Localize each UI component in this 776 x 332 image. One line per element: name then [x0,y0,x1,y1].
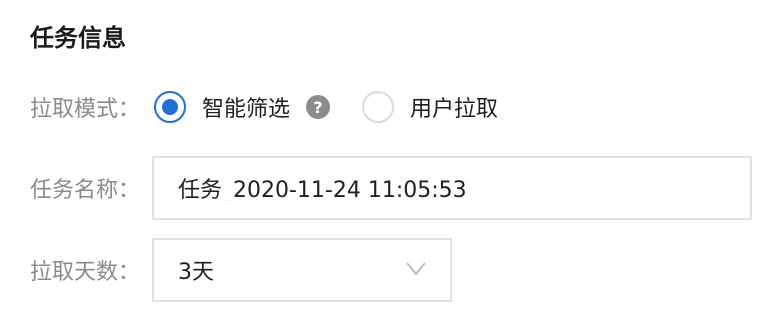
pull-days-label: 拉取天数： [30,260,141,285]
radio-user-pull-label[interactable]: 用户拉取 [410,91,498,123]
pull-mode-label: 拉取模式： [30,97,141,122]
pull-days-select[interactable]: 3天 [152,238,452,302]
task-name-field[interactable] [152,156,752,220]
radio-smart-filter[interactable]: 智能筛选 [154,91,290,123]
chevron-down-icon [406,262,426,276]
question-circle-icon[interactable]: ? [306,95,331,119]
section-title: 任务信息 [30,24,126,52]
radio-checked-icon[interactable] [154,91,187,123]
task-name-row: 任务名称： [30,156,140,220]
pull-mode-radio-group: 智能筛选 ? 用户拉取 [154,91,498,123]
pull-days-row: 拉取天数： [30,238,140,302]
radio-user-pull[interactable]: 用户拉取 [362,91,498,123]
pull-mode-row: 拉取模式： 智能筛选 ? 用户拉取 [30,86,498,128]
radio-unchecked-icon[interactable] [362,91,395,123]
radio-smart-filter-label[interactable]: 智能筛选 [202,91,290,123]
task-name-label: 任务名称： [30,178,141,203]
task-name-input[interactable] [178,175,750,201]
